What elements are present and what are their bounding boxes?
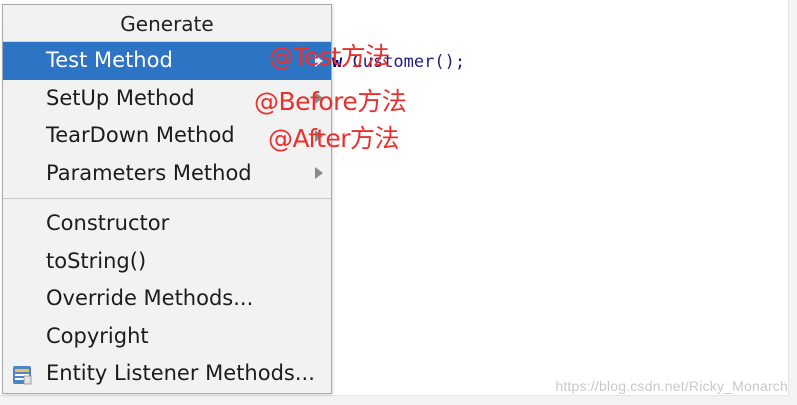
menu-item-entity-listener-methods[interactable]: Entity Listener Methods... xyxy=(3,355,331,393)
menu-item-label: Copyright xyxy=(46,323,149,348)
annotation-test-method: @Test方法 xyxy=(269,42,390,71)
menu-item-label: toString() xyxy=(46,248,147,273)
menu-item-label: Test Method xyxy=(46,48,173,72)
annotation-after-method: @After方法 xyxy=(268,124,400,153)
menu-item-label: Parameters Method xyxy=(46,160,252,185)
menu-separator xyxy=(3,198,331,199)
menu-item-constructor[interactable]: Constructor xyxy=(3,205,331,243)
menu-item-override-methods[interactable]: Override Methods... xyxy=(3,280,331,318)
menu-item-copyright[interactable]: Copyright xyxy=(3,318,331,356)
watermark: https://blog.csdn.net/Ricky_Monarch xyxy=(555,378,788,394)
menu-item-label: TearDown Method xyxy=(46,123,235,147)
menu-item-parameters-method[interactable]: Parameters Method xyxy=(3,155,331,193)
menu-item-tostring[interactable]: toString() xyxy=(3,243,331,281)
menu-item-label: Constructor xyxy=(46,211,170,235)
submenu-arrow-icon xyxy=(315,167,323,180)
annotation-before-method: @Before方法 xyxy=(254,87,407,116)
menu-item-label: SetUp Method xyxy=(46,85,195,110)
entity-listener-icon xyxy=(13,366,32,385)
menu-item-label: Entity Listener Methods... xyxy=(46,361,315,385)
menu-item-label: Override Methods... xyxy=(46,286,254,310)
